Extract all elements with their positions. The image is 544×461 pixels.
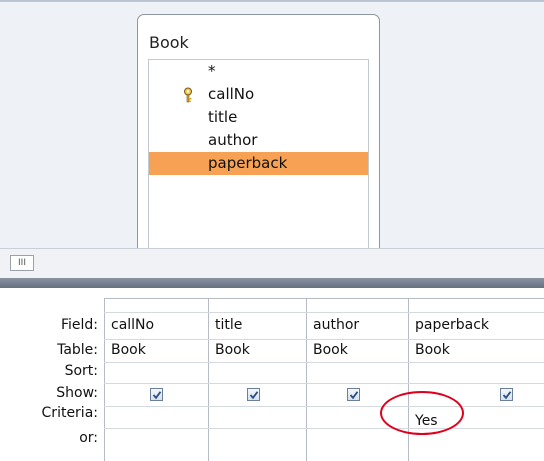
checkmark-icon bbox=[249, 391, 259, 400]
row-label-show: Show: bbox=[56, 385, 98, 401]
grid-row-divider bbox=[104, 406, 544, 407]
grid-field-cell[interactable]: author bbox=[313, 317, 359, 333]
grid-row-divider bbox=[104, 339, 544, 340]
field-list-item-label: callNo bbox=[208, 85, 255, 103]
grid-table-cell[interactable]: Book bbox=[313, 342, 348, 358]
field-list-item-callno[interactable]: callNo bbox=[149, 83, 368, 106]
row-label-or: or: bbox=[79, 430, 98, 446]
field-list-item-all[interactable]: * bbox=[149, 60, 368, 83]
grid-column-divider bbox=[208, 298, 209, 461]
grid-row-divider bbox=[104, 428, 544, 429]
pane-top-border bbox=[0, 1, 544, 2]
grid-column-divider bbox=[306, 298, 307, 461]
horizontal-scrollbar[interactable]: III bbox=[0, 248, 544, 278]
grid-field-cell[interactable]: paperback bbox=[415, 317, 489, 333]
field-list-item-author[interactable]: author bbox=[149, 129, 368, 152]
query-design-grid: Field: Table: Sort: Show: Criteria: or: … bbox=[0, 288, 544, 461]
criteria-highlight-circle bbox=[380, 391, 464, 435]
field-list-item-paperback[interactable]: paperback bbox=[149, 152, 368, 175]
grid-table-cell[interactable]: Book bbox=[111, 342, 146, 358]
pane-splitter[interactable] bbox=[0, 278, 544, 288]
primary-key-icon bbox=[182, 87, 194, 103]
grid-column-divider bbox=[408, 298, 409, 461]
show-checkbox[interactable] bbox=[150, 388, 163, 401]
show-checkbox[interactable] bbox=[247, 388, 260, 401]
row-label-sort: Sort: bbox=[64, 363, 98, 379]
checkmark-icon bbox=[502, 391, 512, 400]
show-checkbox[interactable] bbox=[347, 388, 360, 401]
grid-row-divider bbox=[104, 298, 544, 299]
field-list-title: Book bbox=[149, 33, 189, 52]
field-list-box[interactable]: * callNo title author paperback bbox=[148, 59, 369, 249]
row-label-criteria: Criteria: bbox=[41, 405, 98, 421]
field-list-window[interactable]: Book * callNo title author paperback bbox=[137, 14, 380, 254]
grid-row-divider bbox=[104, 362, 544, 363]
field-list-item-label: title bbox=[208, 108, 238, 126]
field-list-item-title[interactable]: title bbox=[149, 106, 368, 129]
grid-field-cell[interactable]: callNo bbox=[111, 317, 154, 333]
scroll-grip-icon[interactable]: III bbox=[10, 255, 34, 271]
grid-column-divider bbox=[104, 298, 105, 461]
show-checkbox[interactable] bbox=[500, 388, 513, 401]
field-list-item-label: paperback bbox=[208, 154, 288, 172]
row-label-table: Table: bbox=[57, 342, 98, 358]
field-list-item-label: * bbox=[208, 62, 216, 80]
grid-field-cell[interactable]: title bbox=[215, 317, 242, 333]
checkmark-icon bbox=[349, 391, 359, 400]
grid-table-cell[interactable]: Book bbox=[415, 342, 450, 358]
row-label-field: Field: bbox=[60, 317, 98, 333]
table-design-pane: Book * callNo title author paperback bbox=[0, 0, 544, 254]
field-list-item-label: author bbox=[208, 131, 258, 149]
checkmark-icon bbox=[152, 391, 162, 400]
grid-row-divider bbox=[104, 312, 544, 313]
grid-table-cell[interactable]: Book bbox=[215, 342, 250, 358]
grid-row-divider bbox=[104, 383, 544, 384]
